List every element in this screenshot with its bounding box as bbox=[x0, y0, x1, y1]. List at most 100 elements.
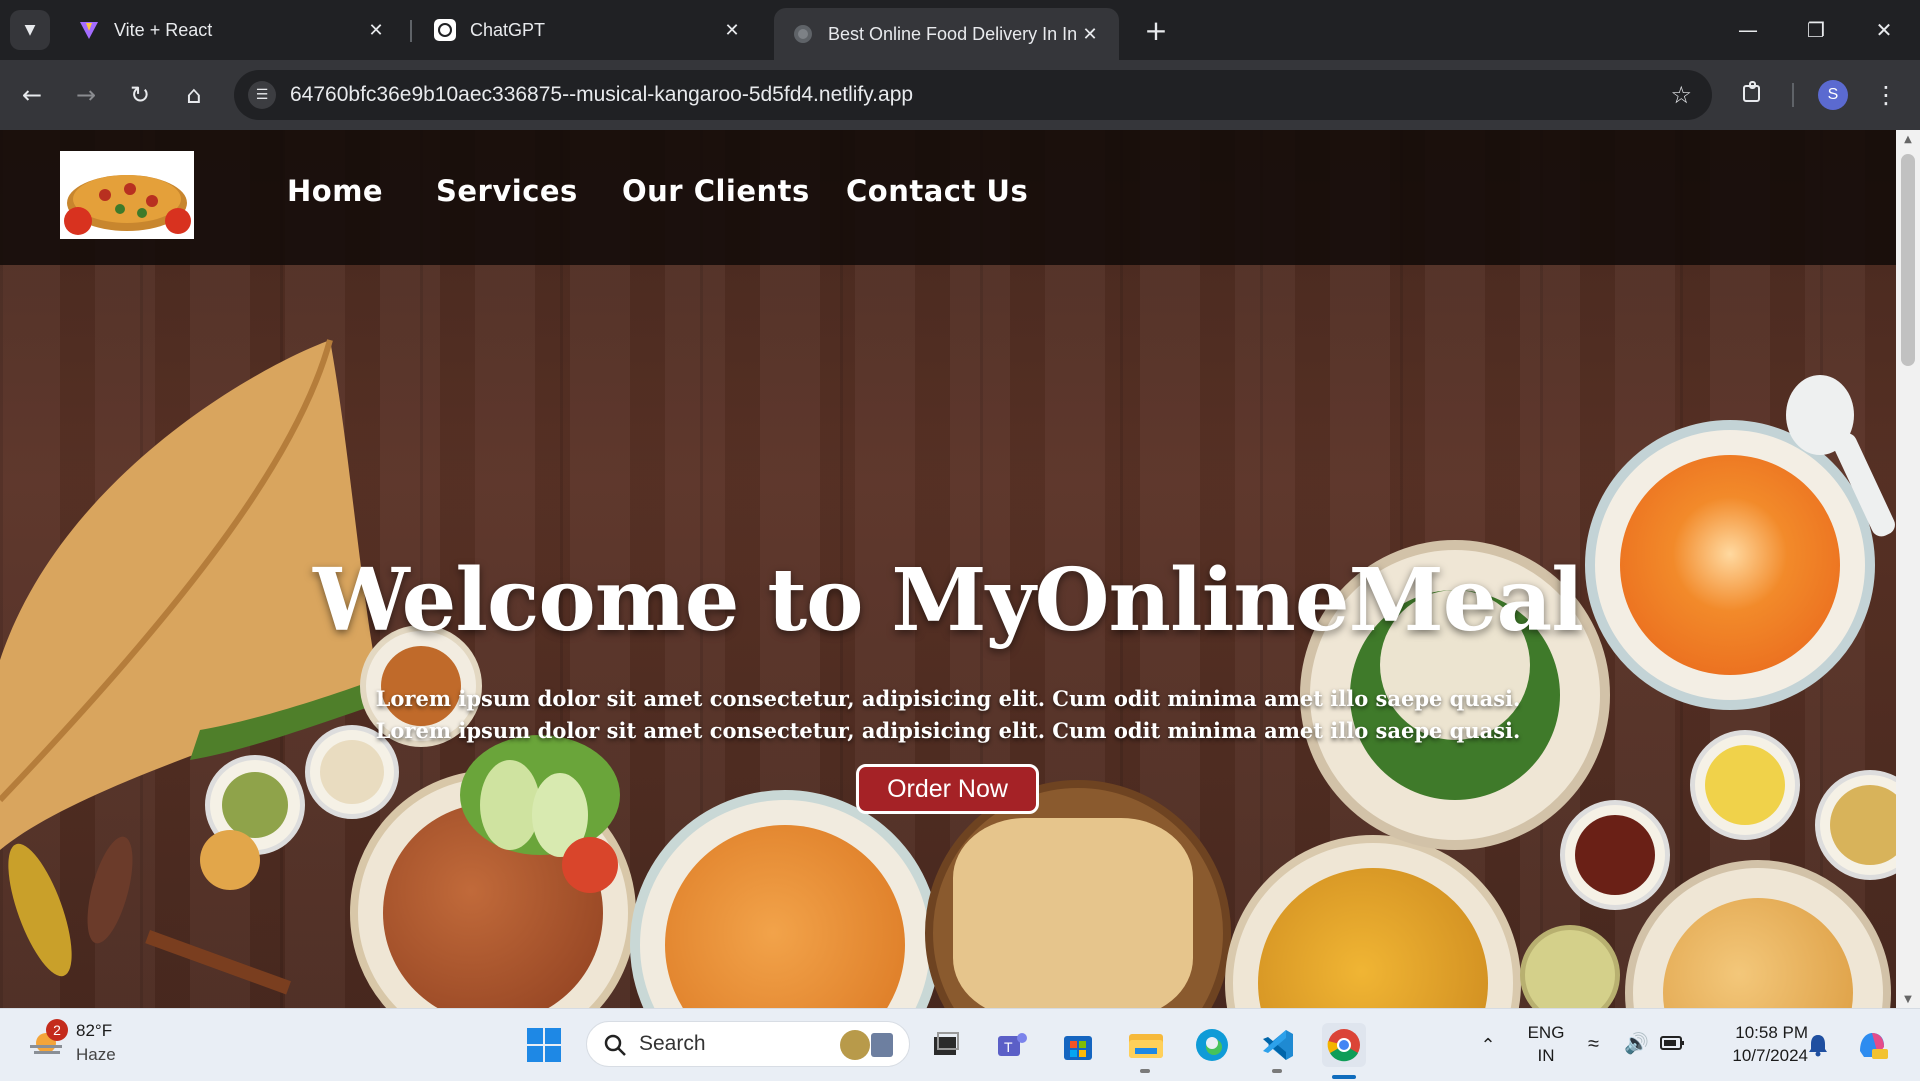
close-window-button[interactable]: ✕ bbox=[1850, 0, 1918, 60]
hero-paragraph-line-2: Lorem ipsum dolor sit amet consectetur, … bbox=[375, 718, 1521, 743]
tab-search-button[interactable]: ▼ bbox=[10, 10, 50, 50]
site-settings-icon[interactable]: ☰ bbox=[248, 81, 276, 109]
arrow-right-icon: → bbox=[75, 81, 97, 109]
plus-icon: + bbox=[1144, 13, 1168, 47]
nav-contact-us[interactable]: Contact Us bbox=[846, 174, 1028, 208]
file-explorer-button[interactable] bbox=[1124, 1023, 1168, 1067]
edge-button[interactable] bbox=[1190, 1023, 1234, 1067]
edge-icon bbox=[1196, 1029, 1228, 1061]
svg-text:T: T bbox=[1004, 1039, 1013, 1055]
site-navbar: Home Services Our Clients Contact Us bbox=[0, 130, 1896, 265]
scroll-thumb[interactable] bbox=[1901, 154, 1915, 366]
explorer-running-indicator bbox=[1140, 1069, 1150, 1073]
chutney-dark-bowl-image bbox=[1560, 800, 1670, 910]
tab-title: Vite + React bbox=[114, 19, 213, 40]
minimize-button[interactable]: — bbox=[1714, 0, 1782, 60]
search-icon bbox=[604, 1034, 626, 1056]
chrome-icon bbox=[1327, 1029, 1360, 1062]
region-text: IN bbox=[1537, 1046, 1555, 1065]
chrome-active-indicator bbox=[1332, 1075, 1356, 1079]
spoon-image bbox=[1786, 375, 1895, 537]
language-text: ENG bbox=[1527, 1023, 1565, 1042]
tab-food-delivery[interactable]: Best Online Food Delivery In Inc ✕ bbox=[774, 8, 1119, 60]
scroll-up-icon[interactable]: ▲ bbox=[1896, 130, 1920, 148]
copilot-button[interactable] bbox=[1850, 1023, 1894, 1067]
pizza-logo[interactable] bbox=[60, 151, 194, 239]
chrome-button[interactable] bbox=[1322, 1023, 1366, 1067]
chevron-up-icon: ⌃ bbox=[1480, 1034, 1496, 1056]
vscode-running-indicator bbox=[1272, 1069, 1282, 1073]
folder-icon bbox=[1129, 1034, 1163, 1058]
battery-icon bbox=[1660, 1036, 1684, 1050]
windows-logo-icon bbox=[527, 1028, 561, 1062]
home-icon: ⌂ bbox=[186, 81, 202, 109]
salad-image bbox=[460, 735, 620, 893]
copilot-icon bbox=[1860, 1033, 1888, 1059]
extensions-button[interactable] bbox=[1735, 77, 1771, 113]
nav-services[interactable]: Services bbox=[436, 174, 578, 208]
weather-condition-text: Haze bbox=[76, 1045, 116, 1064]
weather-badge: 2 bbox=[46, 1019, 68, 1041]
search-label: Search bbox=[639, 1032, 706, 1055]
tab-separator bbox=[410, 20, 412, 42]
tab-vite[interactable]: Vite + React ✕ bbox=[60, 8, 405, 52]
restore-button[interactable]: ❐ bbox=[1782, 0, 1850, 60]
task-view-icon bbox=[934, 1032, 959, 1055]
wifi-icon: ≈ bbox=[1588, 1033, 1599, 1055]
close-icon[interactable]: ✕ bbox=[719, 20, 745, 41]
notifications-button[interactable] bbox=[1796, 1023, 1840, 1067]
new-tab-button[interactable]: + bbox=[1138, 12, 1174, 48]
globe-icon bbox=[792, 23, 814, 45]
forward-button[interactable]: → bbox=[68, 77, 104, 113]
microsoft-store-icon bbox=[1064, 1036, 1092, 1060]
chevron-down-icon: ▼ bbox=[24, 22, 36, 38]
date-text: 10/7/2024 bbox=[1732, 1046, 1808, 1065]
nav-home[interactable]: Home bbox=[287, 174, 383, 208]
tab-title: Best Online Food Delivery In Inc bbox=[828, 23, 1077, 44]
back-button[interactable]: ← bbox=[14, 77, 50, 113]
tab-title: ChatGPT bbox=[470, 19, 546, 40]
nav-our-clients[interactable]: Our Clients bbox=[622, 174, 810, 208]
vscode-button[interactable] bbox=[1256, 1023, 1300, 1067]
close-icon[interactable]: ✕ bbox=[1077, 24, 1103, 45]
corn-bowl-image bbox=[1690, 730, 1800, 840]
reload-button[interactable]: ↻ bbox=[122, 77, 158, 113]
time-text: 10:58 PM bbox=[1735, 1023, 1808, 1042]
address-bar[interactable]: ☰ 64760bfc36e9b10aec336875--musical-kang… bbox=[234, 70, 1712, 120]
store-button[interactable] bbox=[1056, 1023, 1100, 1067]
star-icon[interactable]: ☆ bbox=[1670, 70, 1692, 120]
tab-strip: ▼ Vite + React ✕ ChatGPT ✕ Best Online F… bbox=[0, 0, 1920, 60]
task-view-button[interactable] bbox=[924, 1023, 968, 1067]
show-hidden-icons-button[interactable]: ⌃ bbox=[1466, 1023, 1510, 1067]
restore-icon: ❐ bbox=[1807, 18, 1825, 42]
kebab-menu-icon: ⋮ bbox=[1874, 81, 1898, 109]
bell-icon bbox=[1809, 1035, 1827, 1057]
scroll-down-icon[interactable]: ▼ bbox=[1896, 990, 1920, 1008]
close-icon: ✕ bbox=[1875, 18, 1893, 42]
url-text[interactable]: 64760bfc36e9b10aec336875--musical-kangar… bbox=[290, 70, 913, 120]
home-button[interactable]: ⌂ bbox=[176, 77, 212, 113]
puzzle-icon bbox=[1741, 80, 1765, 110]
volume-icon: 🔊 bbox=[1624, 1033, 1649, 1055]
hero-title: Welcome to MyOnlineMeal bbox=[313, 550, 1584, 651]
hero-paragraph-line-1: Lorem ipsum dolor sit amet consectetur, … bbox=[375, 686, 1521, 711]
temperature-text: 82°F bbox=[76, 1021, 113, 1040]
arrow-left-icon: ← bbox=[21, 81, 43, 109]
toolbar-divider bbox=[1792, 83, 1794, 107]
tab-chatgpt[interactable]: ChatGPT ✕ bbox=[416, 8, 761, 52]
browser-toolbar: ← → ↻ ⌂ ☰ 64760bfc36e9b10aec336875--musi… bbox=[0, 60, 1920, 130]
reload-icon: ↻ bbox=[129, 81, 151, 109]
profile-avatar[interactable]: S bbox=[1818, 80, 1848, 110]
menu-button[interactable]: ⋮ bbox=[1868, 77, 1904, 113]
teams-button[interactable]: T bbox=[990, 1023, 1034, 1067]
vscode-icon bbox=[1263, 1030, 1293, 1060]
spices-image bbox=[8, 830, 291, 995]
order-now-button[interactable]: Order Now bbox=[856, 764, 1039, 814]
start-button[interactable] bbox=[522, 1023, 566, 1067]
taskbar-search[interactable]: Search bbox=[586, 1021, 910, 1067]
chatgpt-icon bbox=[434, 19, 456, 41]
close-icon[interactable]: ✕ bbox=[363, 20, 389, 41]
page-scrollbar[interactable]: ▲ ▼ bbox=[1896, 130, 1920, 1008]
windows-taskbar: 2 82°F Haze Search T ⌃ ENG IN ≈ 🔊 10:58 … bbox=[0, 1008, 1920, 1081]
page-viewport: Home Services Our Clients Contact Us Wel… bbox=[0, 130, 1896, 1008]
